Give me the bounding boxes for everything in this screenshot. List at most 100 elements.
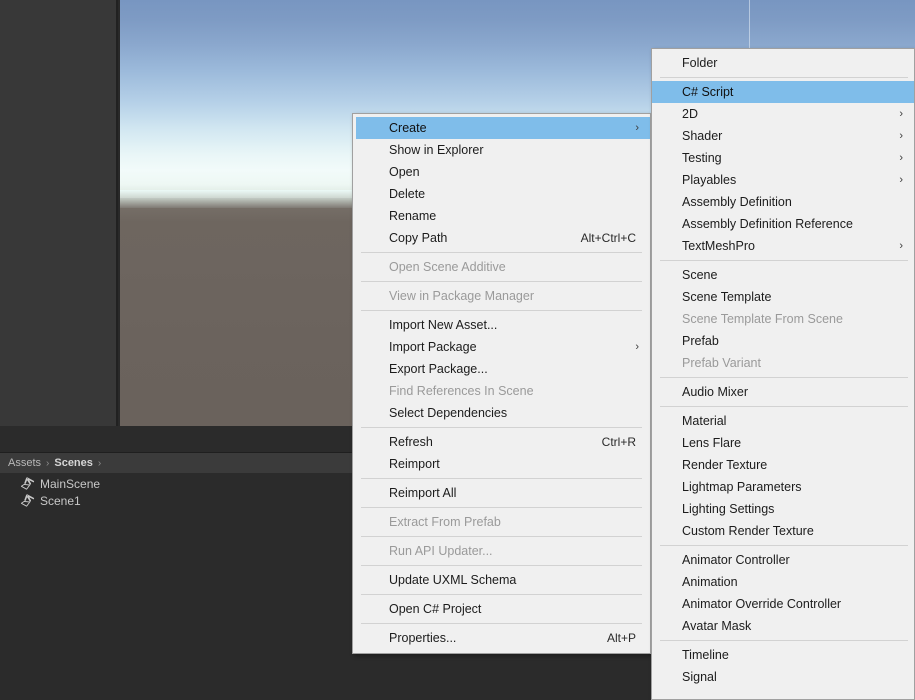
menu-item-copy-path[interactable]: Copy Path Alt+Ctrl+C [353, 227, 650, 249]
menu-item-audio-mixer[interactable]: Audio Mixer [652, 381, 914, 403]
menu-item-animator-controller[interactable]: Animator Controller [652, 549, 914, 571]
menu-item-label: Playables [682, 173, 737, 187]
menu-item-label: Lightmap Parameters [682, 480, 802, 494]
menu-item-create[interactable]: Create › [356, 117, 650, 139]
menu-item-find-references-in-scene: Find References In Scene [353, 380, 650, 402]
menu-item-label: View in Package Manager [389, 289, 534, 303]
menu-item-assembly-definition[interactable]: Assembly Definition [652, 191, 914, 213]
menu-item-import-package[interactable]: Import Package › [353, 336, 650, 358]
chevron-right-icon: › [899, 174, 903, 186]
menu-separator [660, 77, 908, 78]
unity-editor-window: Assets › Scenes › MainScene Scene1 Create › Sh… [0, 0, 915, 700]
menu-item-label: Prefab Variant [682, 356, 761, 370]
menu-separator [660, 406, 908, 407]
menu-item-scene[interactable]: Scene [652, 264, 914, 286]
menu-item-avatar-mask[interactable]: Avatar Mask [652, 615, 914, 637]
menu-item-shortcut: Alt+P [606, 631, 636, 645]
menu-item-label: Import New Asset... [389, 318, 498, 332]
menu-item-folder[interactable]: Folder [652, 52, 914, 74]
menu-item-label: Copy Path [389, 231, 448, 245]
menu-separator [361, 427, 642, 428]
menu-item-render-texture[interactable]: Render Texture [652, 454, 914, 476]
menu-item-label: Update UXML Schema [389, 573, 517, 587]
menu-separator [660, 640, 908, 641]
assets-context-menu[interactable]: Create › Show in Explorer Open Delete Rename C… [352, 113, 651, 654]
menu-item-label: Scene [682, 268, 718, 282]
menu-item-shader[interactable]: Shader › [652, 125, 914, 147]
menu-item-label: Refresh [389, 435, 433, 449]
menu-item-custom-render-texture[interactable]: Custom Render Texture [652, 520, 914, 542]
menu-item-testing[interactable]: Testing › [652, 147, 914, 169]
asset-label: Scene1 [40, 493, 81, 508]
menu-item-reimport[interactable]: Reimport [353, 453, 650, 475]
menu-item-label: Show in Explorer [389, 143, 484, 157]
menu-item-label: Shader [682, 129, 723, 143]
menu-item-label: Lens Flare [682, 436, 742, 450]
menu-item-label: Open C# Project [389, 602, 482, 616]
menu-item-animator-override-controller[interactable]: Animator Override Controller [652, 593, 914, 615]
menu-item-label: Timeline [682, 648, 729, 662]
menu-item-material[interactable]: Material [652, 410, 914, 432]
menu-item-c-script[interactable]: C# Script [652, 81, 914, 103]
menu-item-refresh[interactable]: Refresh Ctrl+R [353, 431, 650, 453]
menu-item-label: Extract From Prefab [389, 515, 501, 529]
menu-item-prefab[interactable]: Prefab [652, 330, 914, 352]
menu-separator [361, 623, 642, 624]
menu-item-lens-flare[interactable]: Lens Flare [652, 432, 914, 454]
menu-item-show-in-explorer[interactable]: Show in Explorer [353, 139, 650, 161]
menu-item-label: C# Script [682, 85, 734, 99]
menu-item-label: Audio Mixer [682, 385, 748, 399]
menu-item-import-new-asset[interactable]: Import New Asset... [353, 314, 650, 336]
menu-item-rename[interactable]: Rename [353, 205, 650, 227]
menu-item-assembly-definition-reference[interactable]: Assembly Definition Reference [652, 213, 914, 235]
menu-item-properties[interactable]: Properties... Alt+P [353, 627, 650, 649]
menu-item-label: Avatar Mask [682, 619, 752, 633]
menu-item-open[interactable]: Open [353, 161, 650, 183]
chevron-right-icon: › [899, 108, 903, 120]
menu-separator [660, 545, 908, 546]
menu-item-label: Prefab [682, 334, 719, 348]
unity-scene-icon [20, 494, 35, 507]
breadcrumb-item-scenes[interactable]: Scenes [54, 457, 93, 469]
menu-item-label: Folder [682, 56, 718, 70]
menu-item-label: Select Dependencies [389, 406, 508, 420]
menu-item-run-api-updater: Run API Updater... [353, 540, 650, 562]
menu-item-label: Custom Render Texture [682, 524, 814, 538]
menu-item-label: Delete [389, 187, 426, 201]
menu-item-timeline[interactable]: Timeline [652, 644, 914, 666]
hierarchy-panel[interactable] [0, 0, 118, 426]
menu-item-2d[interactable]: 2D › [652, 103, 914, 125]
menu-item-label: Animator Controller [682, 553, 790, 567]
menu-item-label: Assembly Definition [682, 195, 792, 209]
menu-item-signal[interactable]: Signal [652, 666, 914, 688]
menu-item-extract-from-prefab: Extract From Prefab [353, 511, 650, 533]
menu-item-select-dependencies[interactable]: Select Dependencies [353, 402, 650, 424]
breadcrumb-item-assets[interactable]: Assets [8, 457, 41, 469]
menu-item-update-uxml-schema[interactable]: Update UXML Schema [353, 569, 650, 591]
menu-item-animation[interactable]: Animation [652, 571, 914, 593]
menu-separator [361, 565, 642, 566]
menu-separator [660, 260, 908, 261]
menu-item-lighting-settings[interactable]: Lighting Settings [652, 498, 914, 520]
menu-item-label: Open Scene Additive [389, 260, 506, 274]
menu-item-label: 2D [682, 107, 698, 121]
menu-item-view-in-package-manager: View in Package Manager [353, 285, 650, 307]
menu-item-scene-template[interactable]: Scene Template [652, 286, 914, 308]
menu-item-label: Export Package... [389, 362, 488, 376]
menu-item-delete[interactable]: Delete [353, 183, 650, 205]
menu-item-open-c-project[interactable]: Open C# Project [353, 598, 650, 620]
menu-item-lightmap-parameters[interactable]: Lightmap Parameters [652, 476, 914, 498]
menu-item-label: Render Texture [682, 458, 768, 472]
create-submenu[interactable]: Folder C# Script 2D › Shader › Testing › Playabl… [651, 48, 915, 700]
menu-item-label: Scene Template From Scene [682, 312, 843, 326]
menu-item-label: Scene Template [682, 290, 772, 304]
menu-item-playables[interactable]: Playables › [652, 169, 914, 191]
menu-item-export-package[interactable]: Export Package... [353, 358, 650, 380]
menu-separator [361, 507, 642, 508]
menu-item-reimport-all[interactable]: Reimport All [353, 482, 650, 504]
menu-item-textmeshpro[interactable]: TextMeshPro › [652, 235, 914, 257]
menu-item-label: Lighting Settings [682, 502, 775, 516]
menu-item-label: Create [389, 121, 427, 135]
menu-separator [361, 252, 642, 253]
menu-item-shortcut: Alt+Ctrl+C [580, 231, 636, 245]
